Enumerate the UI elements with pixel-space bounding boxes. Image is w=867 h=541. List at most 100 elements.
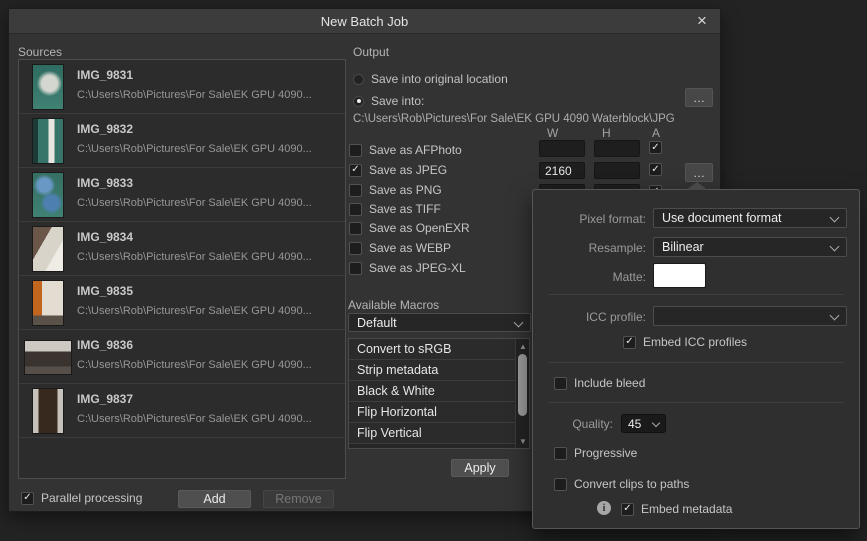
save-as-png-checkbox[interactable] <box>349 183 362 197</box>
embed-metadata-checkbox[interactable]: ✓ <box>621 502 634 516</box>
save-as-tiff-checkbox[interactable] <box>349 202 362 216</box>
quality-value: 45 <box>628 416 642 431</box>
source-path: C:\Users\Rob\Pictures\For Sale\EK GPU 40… <box>77 305 312 317</box>
source-row[interactable]: IMG_9831 C:\Users\Rob\Pictures\For Sale\… <box>19 60 345 114</box>
height-input[interactable] <box>594 162 640 179</box>
matte-color-swatch[interactable] <box>653 263 706 288</box>
source-name: IMG_9832 <box>77 122 134 136</box>
macro-item[interactable]: Black & White <box>349 381 515 402</box>
source-thumbnail <box>25 65 71 109</box>
save-into-row: Save into: <box>353 94 424 108</box>
close-icon[interactable]: × <box>690 9 714 33</box>
height-input[interactable] <box>594 140 640 157</box>
add-button[interactable]: Add <box>178 490 251 508</box>
aspect-checkbox[interactable]: ✓ <box>649 141 662 154</box>
pixel-format-select[interactable]: Use document format <box>653 208 847 228</box>
format-row-webp: Save as WEBP <box>349 241 451 255</box>
macro-category-select[interactable]: Default <box>348 313 531 332</box>
progressive-checkbox[interactable] <box>554 446 567 460</box>
save-original-label: Save into original location <box>371 72 508 86</box>
format-row-afphoto: Save as AFPhoto <box>349 143 462 157</box>
chevron-down-icon <box>829 310 840 321</box>
sources-label: Sources <box>18 45 63 59</box>
progressive-label: Progressive <box>574 446 638 460</box>
macro-scrollbar[interactable]: ▲ ▼ <box>515 339 529 448</box>
icc-profile-select[interactable] <box>653 306 847 326</box>
source-row[interactable]: IMG_9833 C:\Users\Rob\Pictures\For Sale\… <box>19 168 345 222</box>
output-label: Output <box>353 45 390 59</box>
check-icon: ✓ <box>351 164 360 175</box>
parallel-processing-checkbox[interactable]: ✓ <box>21 491 34 505</box>
chevron-down-icon <box>829 241 840 252</box>
column-header-w: W <box>547 126 559 140</box>
source-row[interactable]: IMG_9832 C:\Users\Rob\Pictures\For Sale\… <box>19 114 345 168</box>
source-row[interactable]: IMG_9836 C:\Users\Rob\Pictures\For Sale\… <box>19 330 345 384</box>
convert-clips-checkbox[interactable] <box>554 477 567 491</box>
aspect-checkbox[interactable]: ✓ <box>649 163 662 176</box>
source-row[interactable]: IMG_9837 C:\Users\Rob\Pictures\For Sale\… <box>19 384 345 438</box>
resample-value: Bilinear <box>662 240 704 254</box>
include-bleed-checkbox[interactable] <box>554 376 567 390</box>
scroll-up-icon[interactable]: ▲ <box>516 340 530 352</box>
save-as-webp-checkbox[interactable] <box>349 241 362 255</box>
format-row-jpegxl: Save as JPEG-XL <box>349 261 466 275</box>
popup-notch <box>686 182 708 190</box>
quality-label: Quality: <box>572 417 613 431</box>
source-name: IMG_9835 <box>77 284 134 298</box>
embed-metadata-row: ✓ Embed metadata <box>621 502 732 516</box>
embed-icc-label: Embed ICC profiles <box>643 335 748 349</box>
save-into-label: Save into: <box>371 94 425 108</box>
source-name: IMG_9833 <box>77 176 134 190</box>
quality-select[interactable]: 45 <box>621 414 666 433</box>
remove-button[interactable]: Remove <box>263 490 334 508</box>
source-path: C:\Users\Rob\Pictures\For Sale\EK GPU 40… <box>77 197 312 209</box>
save-as-jpeg-checkbox[interactable]: ✓ <box>349 163 362 177</box>
check-icon: ✓ <box>625 336 634 347</box>
scrollbar-thumb[interactable] <box>518 354 527 416</box>
width-input[interactable] <box>539 140 585 157</box>
chevron-down-icon <box>651 418 661 428</box>
source-path: C:\Users\Rob\Pictures\For Sale\EK GPU 40… <box>77 413 312 425</box>
macro-item[interactable]: Flip Horizontal <box>349 402 515 423</box>
browse-folder-button[interactable]: … <box>685 88 713 107</box>
include-bleed-label: Include bleed <box>574 376 646 390</box>
chevron-down-icon <box>513 317 524 328</box>
macro-item[interactable]: Flip Vertical <box>349 423 515 444</box>
pixel-format-value: Use document format <box>662 211 782 225</box>
embed-icc-checkbox[interactable]: ✓ <box>623 335 636 349</box>
save-as-jpegxl-checkbox[interactable] <box>349 261 362 275</box>
source-thumbnail <box>25 119 71 163</box>
macro-list: Convert to sRGB Strip metadata Black & W… <box>348 338 530 449</box>
source-name: IMG_9834 <box>77 230 134 244</box>
save-into-radio[interactable] <box>353 95 364 107</box>
source-row[interactable]: IMG_9835 C:\Users\Rob\Pictures\For Sale\… <box>19 276 345 330</box>
dialog-title: New Batch Job <box>320 13 409 29</box>
format-label: Save as JPEG-XL <box>369 261 466 275</box>
format-label: Save as TIFF <box>369 202 441 216</box>
format-label: Save as JPEG <box>369 163 448 177</box>
embed-metadata-label: Embed metadata <box>641 502 733 516</box>
output-path: C:\Users\Rob\Pictures\For Sale\EK GPU 40… <box>353 113 675 125</box>
source-row[interactable]: IMG_9834 C:\Users\Rob\Pictures\For Sale\… <box>19 222 345 276</box>
resample-select[interactable]: Bilinear <box>653 237 847 257</box>
save-as-openexr-checkbox[interactable] <box>349 221 362 235</box>
apply-button[interactable]: Apply <box>451 459 509 477</box>
save-as-afphoto-checkbox[interactable] <box>349 143 362 157</box>
scroll-down-icon[interactable]: ▼ <box>516 435 530 447</box>
available-macros-label: Available Macros <box>348 298 440 312</box>
source-name: IMG_9836 <box>77 338 134 352</box>
macro-item[interactable]: Strip metadata <box>349 360 515 381</box>
macro-item[interactable]: Convert to sRGB <box>349 339 515 360</box>
check-icon: ✓ <box>651 141 660 153</box>
column-header-h: H <box>602 126 611 140</box>
format-row-tiff: Save as TIFF <box>349 202 441 216</box>
jpeg-options-button[interactable]: … <box>685 163 713 182</box>
source-name: IMG_9837 <box>77 392 134 406</box>
check-icon: ✓ <box>651 163 660 175</box>
source-thumbnail <box>25 227 71 271</box>
jpeg-options-popup: Pixel format: Use document format Resamp… <box>532 182 860 529</box>
width-input[interactable] <box>539 162 585 179</box>
matte-label: Matte: <box>612 270 646 284</box>
check-icon: ✓ <box>23 492 32 503</box>
save-original-radio[interactable] <box>353 73 364 85</box>
